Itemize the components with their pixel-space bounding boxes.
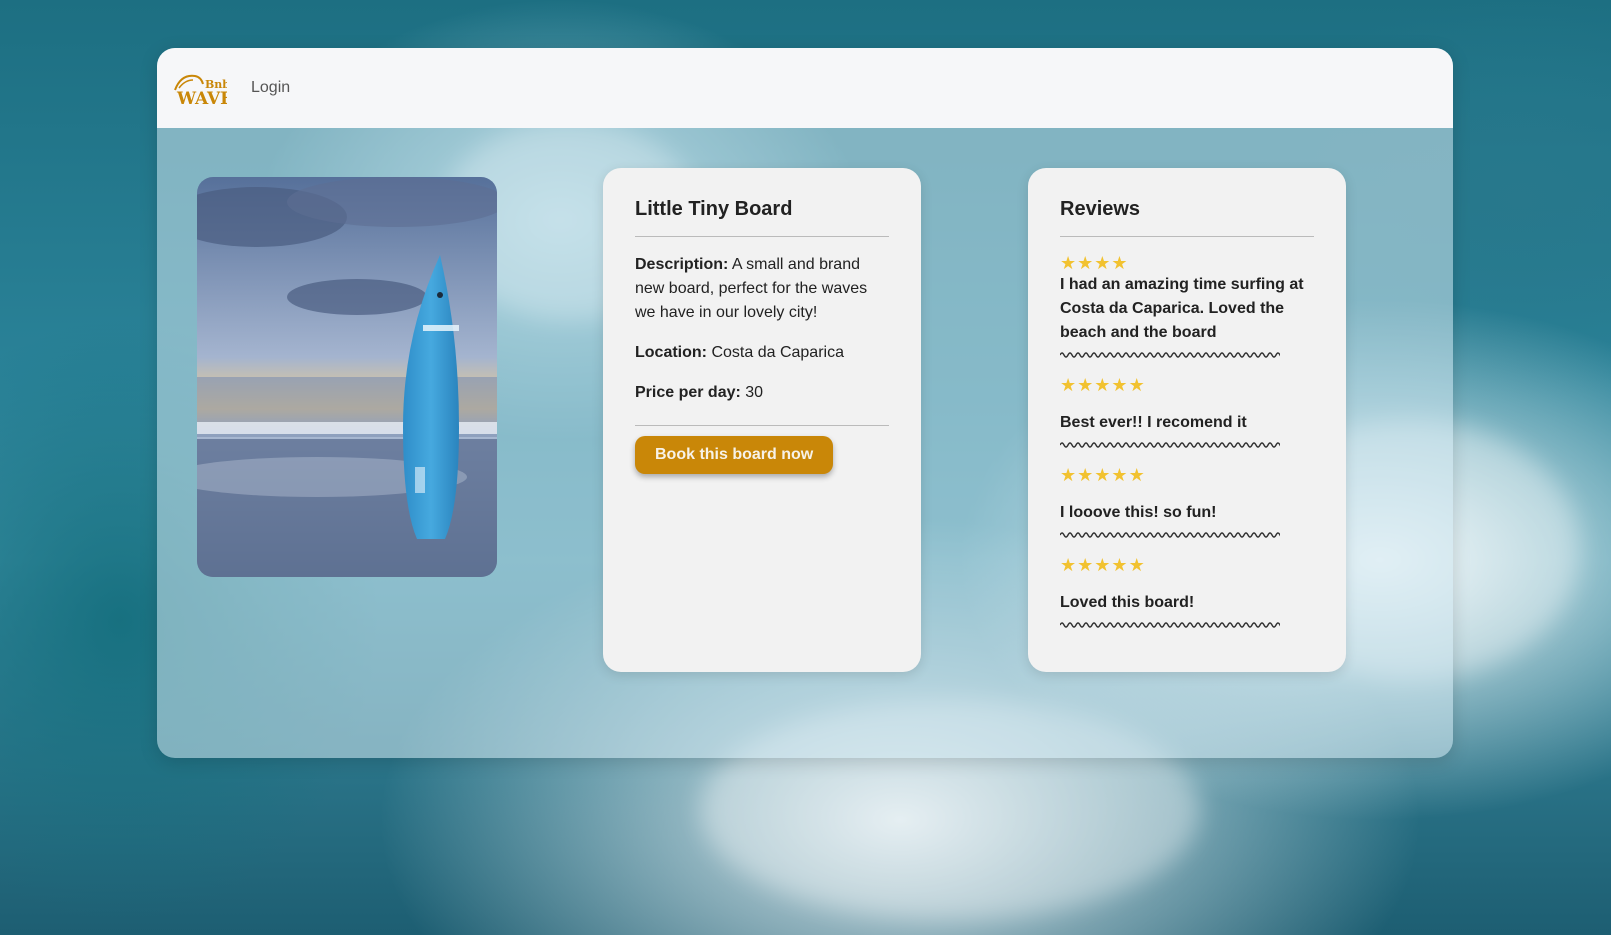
star-icon: ★ xyxy=(1094,253,1112,273)
divider xyxy=(635,425,889,426)
reviews-panel: Reviews ★★★★ I had an amazing time surfin… xyxy=(1028,168,1346,672)
board-description: Description: A small and brand new board… xyxy=(635,253,889,325)
review-item: ★★★★ I had an amazing time surfing at Cos… xyxy=(1060,253,1314,359)
review-item: ★★★★★ Loved this board! xyxy=(1060,555,1314,629)
star-icon: ★ xyxy=(1060,555,1078,575)
star-icon: ★ xyxy=(1060,465,1078,485)
star-icon: ★ xyxy=(1128,465,1146,485)
review-list: ★★★★ I had an amazing time surfing at Cos… xyxy=(1060,253,1314,629)
login-link[interactable]: Login xyxy=(251,79,290,97)
star-icon: ★ xyxy=(1094,375,1112,395)
bnb-wave-logo[interactable]: Bnb WAVE xyxy=(171,68,227,108)
review-text: Best ever!! I recomend it xyxy=(1060,414,1247,431)
star-rating: ★★★★★ xyxy=(1060,465,1314,485)
location-label: Location: xyxy=(635,344,707,361)
svg-text:WAVE: WAVE xyxy=(176,89,227,108)
board-title: Little Tiny Board xyxy=(635,198,889,237)
review-text: Loved this board! xyxy=(1060,594,1195,611)
star-icon: ★ xyxy=(1128,375,1146,395)
star-icon: ★ xyxy=(1060,375,1078,395)
star-icon: ★ xyxy=(1094,465,1112,485)
star-rating: ★★★★ xyxy=(1060,253,1314,273)
star-icon: ★ xyxy=(1077,465,1095,485)
star-icon: ★ xyxy=(1111,555,1129,575)
main-card: Bnb WAVE Login Little Tiny Board Descrip… xyxy=(157,48,1453,758)
wavy-divider xyxy=(1060,352,1280,358)
review-text: I looove this! so fun! xyxy=(1060,504,1217,521)
price-value: 30 xyxy=(745,384,764,401)
review-item: ★★★★★ I looove this! so fun! xyxy=(1060,465,1314,539)
surfboard-photo xyxy=(197,177,497,577)
wavy-divider xyxy=(1060,622,1280,628)
review-item: ★★★★★ Best ever!! I recomend it xyxy=(1060,375,1314,449)
star-icon: ★ xyxy=(1077,253,1095,273)
location-value: Costa da Caparica xyxy=(711,344,844,361)
star-icon: ★ xyxy=(1128,555,1146,575)
board-location: Location: Costa da Caparica xyxy=(635,341,889,365)
board-price: Price per day: 30 xyxy=(635,381,889,405)
star-rating: ★★★★★ xyxy=(1060,555,1314,575)
star-icon: ★ xyxy=(1094,555,1112,575)
price-label: Price per day: xyxy=(635,384,741,401)
book-board-button[interactable]: Book this board now xyxy=(635,436,834,474)
reviews-title: Reviews xyxy=(1060,198,1314,237)
wavy-divider xyxy=(1060,442,1280,448)
star-rating: ★★★★★ xyxy=(1060,375,1314,395)
star-icon: ★ xyxy=(1111,465,1129,485)
star-icon: ★ xyxy=(1060,253,1078,273)
review-text: I had an amazing time surfing at Costa d… xyxy=(1060,276,1304,341)
star-icon: ★ xyxy=(1111,253,1129,273)
wavy-divider xyxy=(1060,532,1280,538)
description-label: Description: xyxy=(635,256,729,273)
star-icon: ★ xyxy=(1077,375,1095,395)
navbar: Bnb WAVE Login xyxy=(157,48,1453,128)
board-details-panel: Little Tiny Board Description: A small a… xyxy=(603,168,921,672)
star-icon: ★ xyxy=(1077,555,1095,575)
star-icon: ★ xyxy=(1111,375,1129,395)
